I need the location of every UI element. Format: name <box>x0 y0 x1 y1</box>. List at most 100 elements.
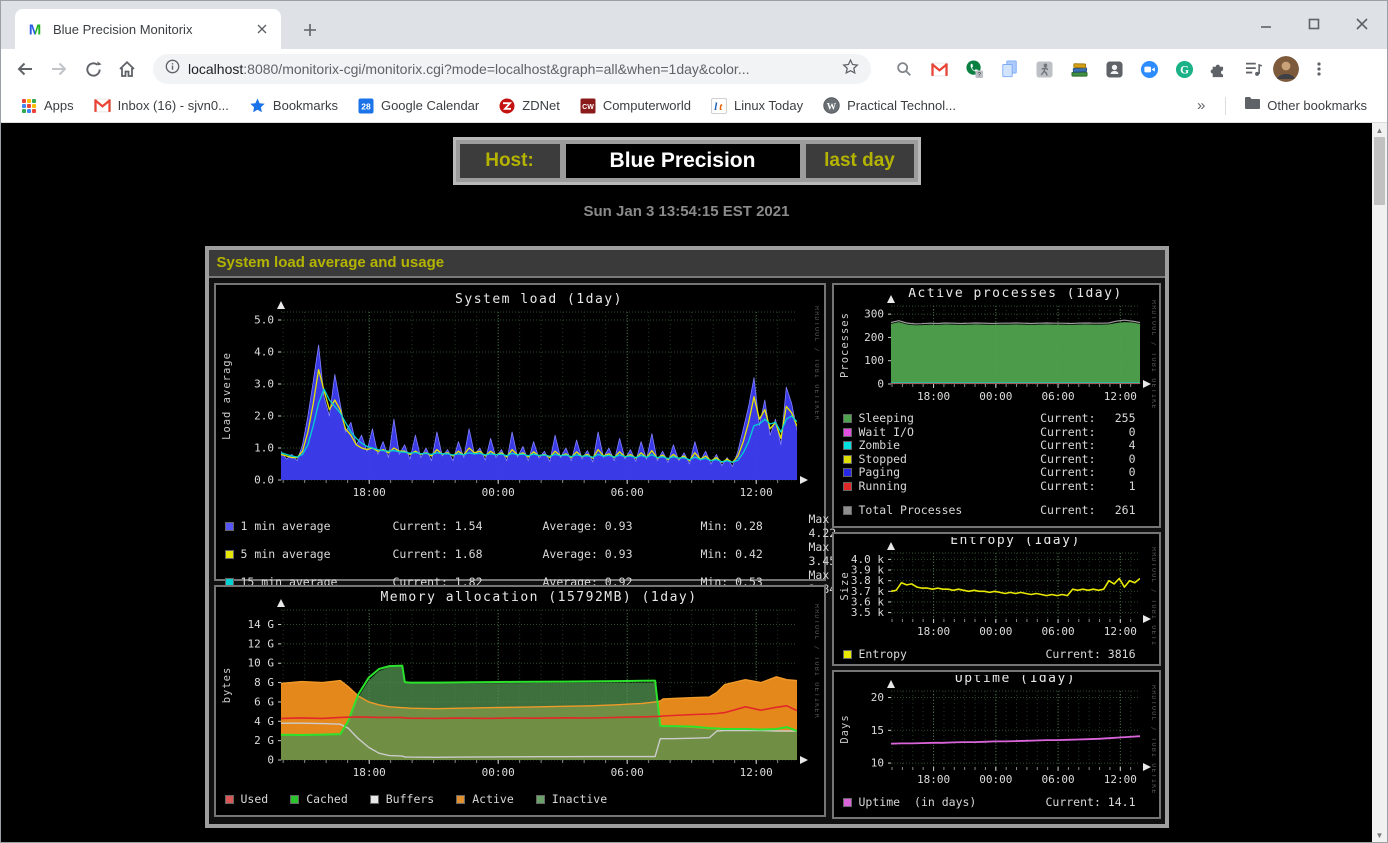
browser-tab[interactable]: M Blue Precision Monitorix <box>15 9 281 49</box>
legend-item: Used <box>225 792 269 806</box>
section-title: System load average and usage <box>209 250 1165 278</box>
chart-system-load[interactable]: System load (1day)0.01.02.03.04.05.018:0… <box>219 288 819 510</box>
svg-text:18:00: 18:00 <box>917 390 950 403</box>
gmail-extension-icon[interactable] <box>926 56 952 82</box>
svg-text:4.0 k: 4.0 k <box>850 553 883 566</box>
bookmark-star-icon[interactable] <box>842 58 859 80</box>
svg-text:15: 15 <box>870 724 883 737</box>
legend-swatch <box>843 455 852 464</box>
legend-row: ZombieCurrent:4 <box>843 439 1150 453</box>
bookmarks-list: Apps Inbox (16) - sjvn0...Bookmarks28Goog… <box>13 93 964 118</box>
maximize-icon[interactable] <box>1303 13 1325 35</box>
report-datetime: Sun Jan 3 13:54:15 EST 2021 <box>1 203 1372 220</box>
bookmarks-bar: Apps Inbox (16) - sjvn0...Bookmarks28Goog… <box>1 89 1387 123</box>
svg-text:System load (1day): System load (1day) <box>455 292 623 307</box>
extensions-puzzle-icon[interactable] <box>1206 56 1232 82</box>
host-name: Blue Precision <box>566 144 800 178</box>
profile-avatar[interactable] <box>1273 56 1299 82</box>
svg-text:00:00: 00:00 <box>979 390 1012 403</box>
svg-text:Processes: Processes <box>839 312 851 378</box>
svg-text:12:00: 12:00 <box>1103 625 1136 638</box>
wordpress-icon: W <box>823 97 840 114</box>
page-scrollbar[interactable]: ▲ ▼ <box>1372 123 1387 842</box>
bookmark-item-linux-today[interactable]: ltLinux Today <box>703 94 811 118</box>
legend-label: Entropy <box>859 647 907 661</box>
accessibility-extension-icon[interactable] <box>1031 56 1057 82</box>
voice-extension-icon[interactable]: ? <box>961 56 987 82</box>
new-tab-button[interactable] <box>297 17 323 43</box>
home-icon[interactable] <box>113 55 141 83</box>
legend-row: Uptime(in days)Current: 14.1 <box>843 795 1150 809</box>
cw-icon: CW <box>580 98 596 114</box>
legend-swatch <box>290 795 299 804</box>
bookmark-item-bookmarks[interactable]: Bookmarks <box>241 93 346 118</box>
bookmark-item-apps[interactable]: Apps <box>13 94 82 118</box>
chart-panel-processes: Active processes (1day)010020030018:0000… <box>832 283 1161 528</box>
legend-item: Cached <box>290 792 348 806</box>
url-path: :8080/monitorix-cgi/monitorix.cgi?mode=l… <box>243 61 749 77</box>
playlist-extension-icon[interactable] <box>1241 56 1267 82</box>
forward-icon[interactable] <box>45 55 73 83</box>
legend-row: RunningCurrent:1 <box>843 480 1150 494</box>
reload-icon[interactable] <box>79 55 107 83</box>
legend-current-value: 0 <box>1096 453 1136 467</box>
search-extension-icon[interactable] <box>891 56 917 82</box>
address-bar[interactable]: localhost:8080/monitorix-cgi/monitorix.c… <box>153 54 871 84</box>
bookmark-item-google-calendar[interactable]: 28Google Calendar <box>350 94 487 118</box>
bookmark-item-inbox-16-sjvn0[interactable]: Inbox (16) - sjvn0... <box>86 94 237 117</box>
bookmark-item-computerworld[interactable]: CWComputerworld <box>572 94 699 118</box>
close-icon[interactable] <box>1351 13 1373 35</box>
bookmark-item-zdnet[interactable]: ZDNet <box>491 94 568 118</box>
legend-label: Paging <box>859 466 901 480</box>
svg-text:06:00: 06:00 <box>610 766 643 779</box>
folder-icon <box>1244 96 1260 115</box>
other-bookmarks-button[interactable]: Other bookmarks <box>1236 92 1375 119</box>
scrollbar-up-icon[interactable]: ▲ <box>1372 123 1387 137</box>
legend-swatch <box>843 441 852 450</box>
bookmark-label: Apps <box>44 98 74 113</box>
zoom-extension-icon[interactable] <box>1136 56 1162 82</box>
legend-swatch <box>225 522 234 531</box>
legend-swatch <box>843 414 852 423</box>
chart-memory[interactable]: Memory allocation (15792MB) (1day)02 G4 … <box>219 590 819 788</box>
chart-panel-uptime: Uptime (1day)10152018:0000:0006:0012:00D… <box>832 670 1161 819</box>
chart-uptime[interactable]: Uptime (1day)10152018:0000:0006:0012:00D… <box>837 675 1156 793</box>
svg-text:12:00: 12:00 <box>1103 773 1136 786</box>
svg-text:10: 10 <box>870 757 883 770</box>
host-label: Host: <box>460 144 560 178</box>
svg-text:12 G: 12 G <box>247 637 274 650</box>
legend-swatch <box>843 506 852 515</box>
svg-text:18:00: 18:00 <box>917 625 950 638</box>
svg-text:300: 300 <box>864 308 884 321</box>
page-info-icon[interactable] <box>165 59 180 79</box>
legend-row: Wait I/OCurrent:0 <box>843 426 1150 440</box>
books-extension-icon[interactable] <box>1066 56 1092 82</box>
svg-text:00:00: 00:00 <box>979 773 1012 786</box>
legend-row: StoppedCurrent:0 <box>843 453 1150 467</box>
chart-entropy[interactable]: Entropy (1day)3.5 k3.6 k3.7 k3.8 k3.9 k4… <box>837 537 1156 645</box>
legend-label: Sleeping <box>859 412 914 426</box>
gmail-icon <box>94 98 111 113</box>
bookmarks-overflow-chevron[interactable]: » <box>1187 97 1215 114</box>
tab-title: Blue Precision Monitorix <box>53 22 253 37</box>
legend-swatch <box>843 650 852 659</box>
svg-text:Load average: Load average <box>221 352 233 440</box>
scrollbar-down-icon[interactable]: ▼ <box>1372 828 1387 842</box>
svg-text:00:00: 00:00 <box>481 486 514 499</box>
svg-text:RRDTOOL / TOBI OETIKER: RRDTOOL / TOBI OETIKER <box>1150 300 1156 410</box>
scrollbar-thumb[interactable] <box>1374 137 1385 205</box>
bookmark-item-practical-technol[interactable]: WPractical Technol... <box>815 93 964 118</box>
grammarly-extension-icon[interactable]: G <box>1171 56 1197 82</box>
chart-processes[interactable]: Active processes (1day)010020030018:0000… <box>837 288 1156 410</box>
back-icon[interactable] <box>11 55 39 83</box>
legend-current-label: Current: <box>1040 466 1095 480</box>
copy-extension-icon[interactable] <box>996 56 1022 82</box>
menu-kebab-icon[interactable] <box>1305 55 1333 83</box>
monitorix-page: Host: Blue Precision last day Sun Jan 3 … <box>1 123 1372 842</box>
tab-close-icon[interactable] <box>253 20 271 38</box>
minimize-icon[interactable] <box>1255 13 1277 35</box>
legend-swatch <box>843 428 852 437</box>
vault-extension-icon[interactable] <box>1101 56 1127 82</box>
legend-current-label: Current: <box>1040 480 1095 494</box>
legend-swatch <box>536 795 545 804</box>
